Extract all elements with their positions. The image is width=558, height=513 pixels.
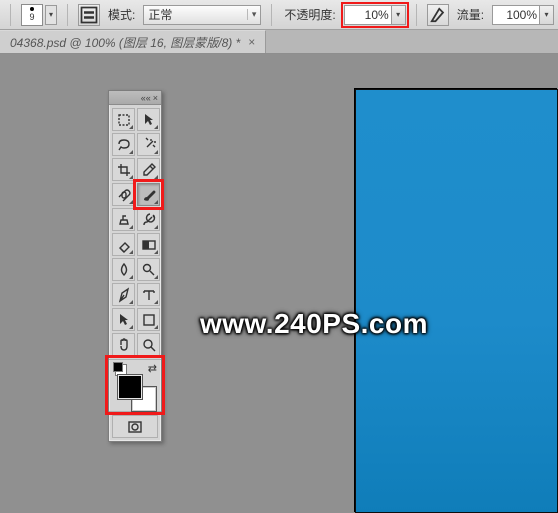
gradient-tool[interactable] — [137, 233, 160, 256]
edit-mode-section — [109, 411, 161, 441]
document-tab[interactable]: 04368.psd @ 100% (图层 16, 图层蒙版/8) * × — [0, 30, 266, 53]
chevron-down-icon: ▾ — [247, 9, 257, 20]
swap-colors-icon[interactable]: ⇄ — [148, 362, 157, 375]
blend-mode-select[interactable]: 正常 ▾ — [143, 5, 261, 25]
separator — [10, 4, 11, 26]
quick-mask-toggle[interactable] — [112, 415, 158, 438]
separator — [271, 4, 272, 26]
dodge-tool[interactable] — [137, 258, 160, 281]
flow-label: 流量: — [455, 6, 486, 23]
eraser-tool[interactable] — [112, 233, 135, 256]
move-tool[interactable] — [137, 108, 160, 131]
opacity-input[interactable]: 10% ▾ — [344, 5, 406, 25]
close-icon[interactable]: × — [153, 93, 158, 103]
zoom-tool[interactable] — [137, 333, 160, 356]
options-bar: 9 ▾ 模式: 正常 ▾ 不透明度: 10% ▾ 流量: 100% ▾ — [0, 0, 558, 30]
pen-tool[interactable] — [112, 283, 135, 306]
color-swatches[interactable]: ⇄ — [109, 359, 161, 411]
lasso-tool[interactable] — [112, 133, 135, 156]
separator — [416, 4, 417, 26]
tools-panel: «« × — [108, 90, 162, 442]
document-tab-bar: 04368.psd @ 100% (图层 16, 图层蒙版/8) * × — [0, 30, 558, 54]
blend-mode-value: 正常 — [148, 6, 172, 23]
clone-stamp-tool[interactable] — [112, 208, 135, 231]
opacity-label: 不透明度: — [282, 6, 337, 23]
history-brush-tool[interactable] — [137, 208, 160, 231]
flow-dropdown-arrow[interactable]: ▾ — [540, 5, 554, 25]
shape-tool[interactable] — [137, 308, 160, 331]
brush-preset-picker[interactable]: 9 ▾ — [21, 4, 57, 26]
foreground-color-swatch[interactable] — [117, 374, 143, 400]
crop-tool[interactable] — [112, 158, 135, 181]
brush-tool[interactable] — [137, 183, 160, 206]
tool-grid — [109, 105, 161, 359]
blur-tool[interactable] — [112, 258, 135, 281]
brush-panel-toggle-icon[interactable] — [78, 4, 100, 26]
opacity-value[interactable]: 10% — [344, 5, 392, 25]
brush-dropdown-arrow[interactable]: ▾ — [45, 5, 57, 25]
panel-header[interactable]: «« × — [109, 91, 161, 105]
path-select-tool[interactable] — [112, 308, 135, 331]
hand-tool[interactable] — [112, 333, 135, 356]
separator — [67, 4, 68, 26]
workspace-canvas[interactable]: www.240PS.com — [0, 54, 558, 513]
type-tool[interactable] — [137, 283, 160, 306]
eyedropper-tool[interactable] — [137, 158, 160, 181]
brush-preview-icon: 9 — [21, 4, 43, 26]
healing-brush-tool[interactable] — [112, 183, 135, 206]
default-colors-icon[interactable] — [113, 362, 123, 372]
document-tab-title: 04368.psd @ 100% (图层 16, 图层蒙版/8) * — [10, 34, 240, 51]
collapse-icon[interactable]: «« — [141, 93, 151, 103]
magic-wand-tool[interactable] — [137, 133, 160, 156]
document-canvas[interactable] — [355, 89, 558, 513]
flow-value[interactable]: 100% — [492, 5, 540, 25]
mode-label: 模式: — [106, 6, 137, 23]
opacity-dropdown-arrow[interactable]: ▾ — [392, 5, 406, 25]
marquee-tool[interactable] — [112, 108, 135, 131]
flow-input[interactable]: 100% ▾ — [492, 5, 554, 25]
brush-size-label: 9 — [29, 12, 34, 22]
tablet-pressure-opacity-icon[interactable] — [427, 4, 449, 26]
close-icon[interactable]: × — [248, 35, 255, 49]
